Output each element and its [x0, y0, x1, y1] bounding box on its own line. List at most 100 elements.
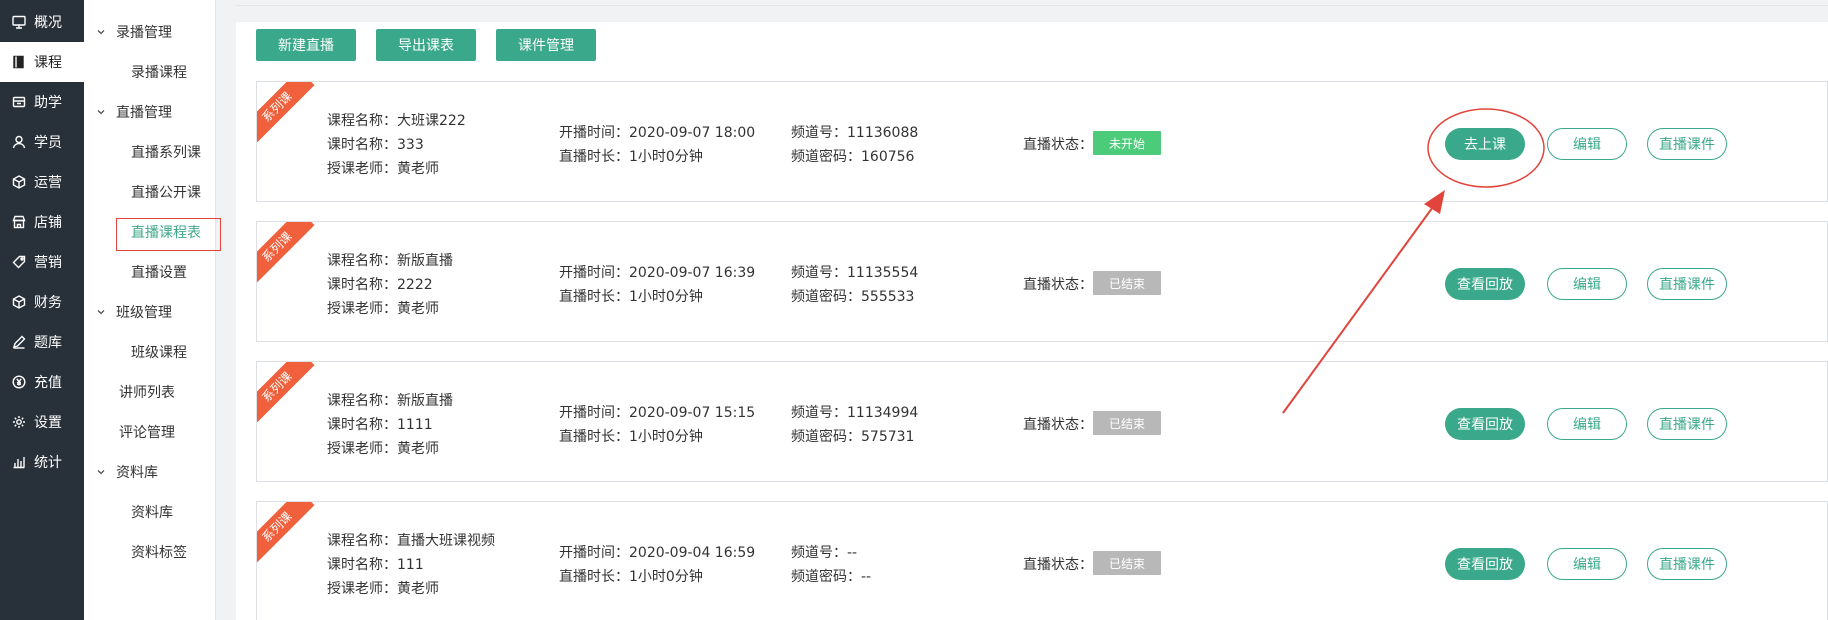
submenu-group-label: 直播管理 — [116, 105, 172, 121]
nav-item-course[interactable]: 课程 — [0, 42, 84, 82]
courseware-button[interactable]: 直播课件 — [1647, 268, 1727, 300]
teacher-name: 黄老师 — [397, 161, 439, 177]
submenu-item-library-tags[interactable]: 资料标签 — [131, 540, 187, 564]
export-schedule-button[interactable]: 导出课表 — [376, 29, 476, 61]
course-name: 直播大班课视频 — [397, 533, 495, 549]
chart-icon — [10, 453, 28, 471]
start-time: 2020-09-04 16:59 — [629, 545, 756, 561]
edit-button[interactable]: 编辑 — [1547, 548, 1627, 580]
highlight-box — [116, 218, 221, 251]
new-live-button[interactable]: 新建直播 — [256, 29, 356, 61]
chevron-down-icon — [96, 107, 106, 117]
edit-button[interactable]: 编辑 — [1547, 128, 1627, 160]
nav-label: 营销 — [34, 255, 62, 271]
submenu-group-live[interactable]: 直播管理 — [96, 100, 172, 124]
book-icon — [10, 53, 28, 71]
channel-password: 555533 — [861, 289, 915, 305]
courseware-button[interactable]: 直播课件 — [1647, 128, 1727, 160]
submenu-item-review-mgmt[interactable]: 评论管理 — [119, 420, 175, 444]
duration: 1小时0分钟 — [629, 569, 703, 585]
course-submenu: 录播管理 录播课程 直播管理 直播系列课 直播公开课 直播课程表 直播设置 班级… — [84, 0, 216, 620]
nav-item-students[interactable]: 学员 — [0, 122, 84, 162]
submenu-item-library[interactable]: 资料库 — [131, 500, 173, 524]
duration: 1小时0分钟 — [629, 149, 703, 165]
courseware-button[interactable]: 直播课件 — [1647, 548, 1727, 580]
view-replay-button[interactable]: 查看回放 — [1445, 408, 1525, 440]
submenu-group-library[interactable]: 资料库 — [96, 460, 158, 484]
nav-label: 充值 — [34, 375, 62, 391]
nav-item-marketing[interactable]: 营销 — [0, 242, 84, 282]
submenu-item-recorded-course[interactable]: 录播课程 — [131, 60, 187, 84]
nav-label: 财务 — [34, 295, 62, 311]
channel-password: -- — [861, 569, 872, 585]
nav-item-finance[interactable]: 财务 — [0, 282, 84, 322]
submenu-item-live-settings[interactable]: 直播设置 — [131, 260, 187, 284]
box-icon — [10, 93, 28, 111]
status-label: 直播状态： — [1023, 417, 1093, 433]
user-icon — [10, 133, 28, 151]
submenu-group-label: 资料库 — [116, 465, 158, 481]
status-label: 直播状态： — [1023, 557, 1093, 573]
chevron-down-icon — [96, 27, 106, 37]
course-name: 新版直播 — [397, 393, 453, 409]
series-ribbon: 系列课 — [257, 222, 315, 282]
nav-label: 题库 — [34, 335, 62, 351]
start-time: 2020-09-07 16:39 — [629, 265, 756, 281]
lesson-name: 111 — [397, 557, 424, 573]
nav-label: 统计 — [34, 455, 62, 471]
course-card: 系列课 课程名称：新版直播 课时名称：2222 授课老师：黄老师 开播时间：20… — [256, 221, 1828, 342]
series-ribbon: 系列课 — [257, 82, 315, 142]
nav-label: 助学 — [34, 95, 62, 111]
channel-number: -- — [847, 545, 858, 561]
view-replay-button[interactable]: 查看回放 — [1445, 268, 1525, 300]
nav-item-settings[interactable]: 设置 — [0, 402, 84, 442]
course-card: 系列课 课程名称：大班课222 课时名称：333 授课老师：黄老师 开播时间：2… — [256, 81, 1828, 202]
status-badge: 未开始 — [1093, 131, 1161, 155]
duration: 1小时0分钟 — [629, 289, 703, 305]
nav-item-store[interactable]: 店铺 — [0, 202, 84, 242]
submenu-group-class[interactable]: 班级管理 — [96, 300, 172, 324]
top-bar — [236, 0, 1828, 6]
nav-item-overview[interactable]: 概况 — [0, 2, 84, 42]
status-badge: 已结束 — [1093, 271, 1161, 295]
channel-number: 11134994 — [847, 405, 919, 421]
course-card: 系列课 课程名称：直播大班课视频 课时名称：111 授课老师：黄老师 开播时间：… — [256, 501, 1828, 620]
nav-item-study[interactable]: 助学 — [0, 82, 84, 122]
series-ribbon: 系列课 — [257, 502, 315, 562]
submenu-item-live-open[interactable]: 直播公开课 — [131, 180, 201, 204]
status-label: 直播状态： — [1023, 137, 1093, 153]
nav-label: 课程 — [34, 55, 62, 71]
edit-button[interactable]: 编辑 — [1547, 268, 1627, 300]
series-ribbon: 系列课 — [257, 362, 315, 422]
duration: 1小时0分钟 — [629, 429, 703, 445]
courseware-button[interactable]: 直播课件 — [1647, 408, 1727, 440]
start-class-button[interactable]: 去上课 — [1445, 128, 1525, 160]
view-replay-button[interactable]: 查看回放 — [1445, 548, 1525, 580]
nav-item-question-bank[interactable]: 题库 — [0, 322, 84, 362]
nav-item-stats[interactable]: 统计 — [0, 442, 84, 482]
gear-icon — [10, 413, 28, 431]
submenu-group-recorded[interactable]: 录播管理 — [96, 20, 172, 44]
teacher-name: 黄老师 — [397, 441, 439, 457]
edit-button[interactable]: 编辑 — [1547, 408, 1627, 440]
chevron-down-icon — [96, 467, 106, 477]
nav-label: 店铺 — [34, 215, 62, 231]
teacher-name: 黄老师 — [397, 581, 439, 597]
course-name: 新版直播 — [397, 253, 453, 269]
nav-label: 学员 — [34, 135, 62, 151]
nav-item-recharge[interactable]: 充值 — [0, 362, 84, 402]
courseware-mgmt-button[interactable]: 课件管理 — [496, 29, 596, 61]
submenu-item-live-series[interactable]: 直播系列课 — [131, 140, 201, 164]
submenu-item-teacher-list[interactable]: 讲师列表 — [119, 380, 175, 404]
status-badge: 已结束 — [1093, 411, 1161, 435]
yen-icon — [10, 373, 28, 391]
course-card: 系列课 课程名称：新版直播 课时名称：1111 授课老师：黄老师 开播时间：20… — [256, 361, 1828, 482]
lesson-name: 1111 — [397, 417, 433, 433]
nav-item-operations[interactable]: 运营 — [0, 162, 84, 202]
start-time: 2020-09-07 18:00 — [629, 125, 756, 141]
course-name: 大班课222 — [397, 113, 466, 129]
channel-number: 11135554 — [847, 265, 919, 281]
submenu-item-class-course[interactable]: 班级课程 — [131, 340, 187, 364]
monitor-icon — [10, 13, 28, 31]
cube-icon — [10, 293, 28, 311]
